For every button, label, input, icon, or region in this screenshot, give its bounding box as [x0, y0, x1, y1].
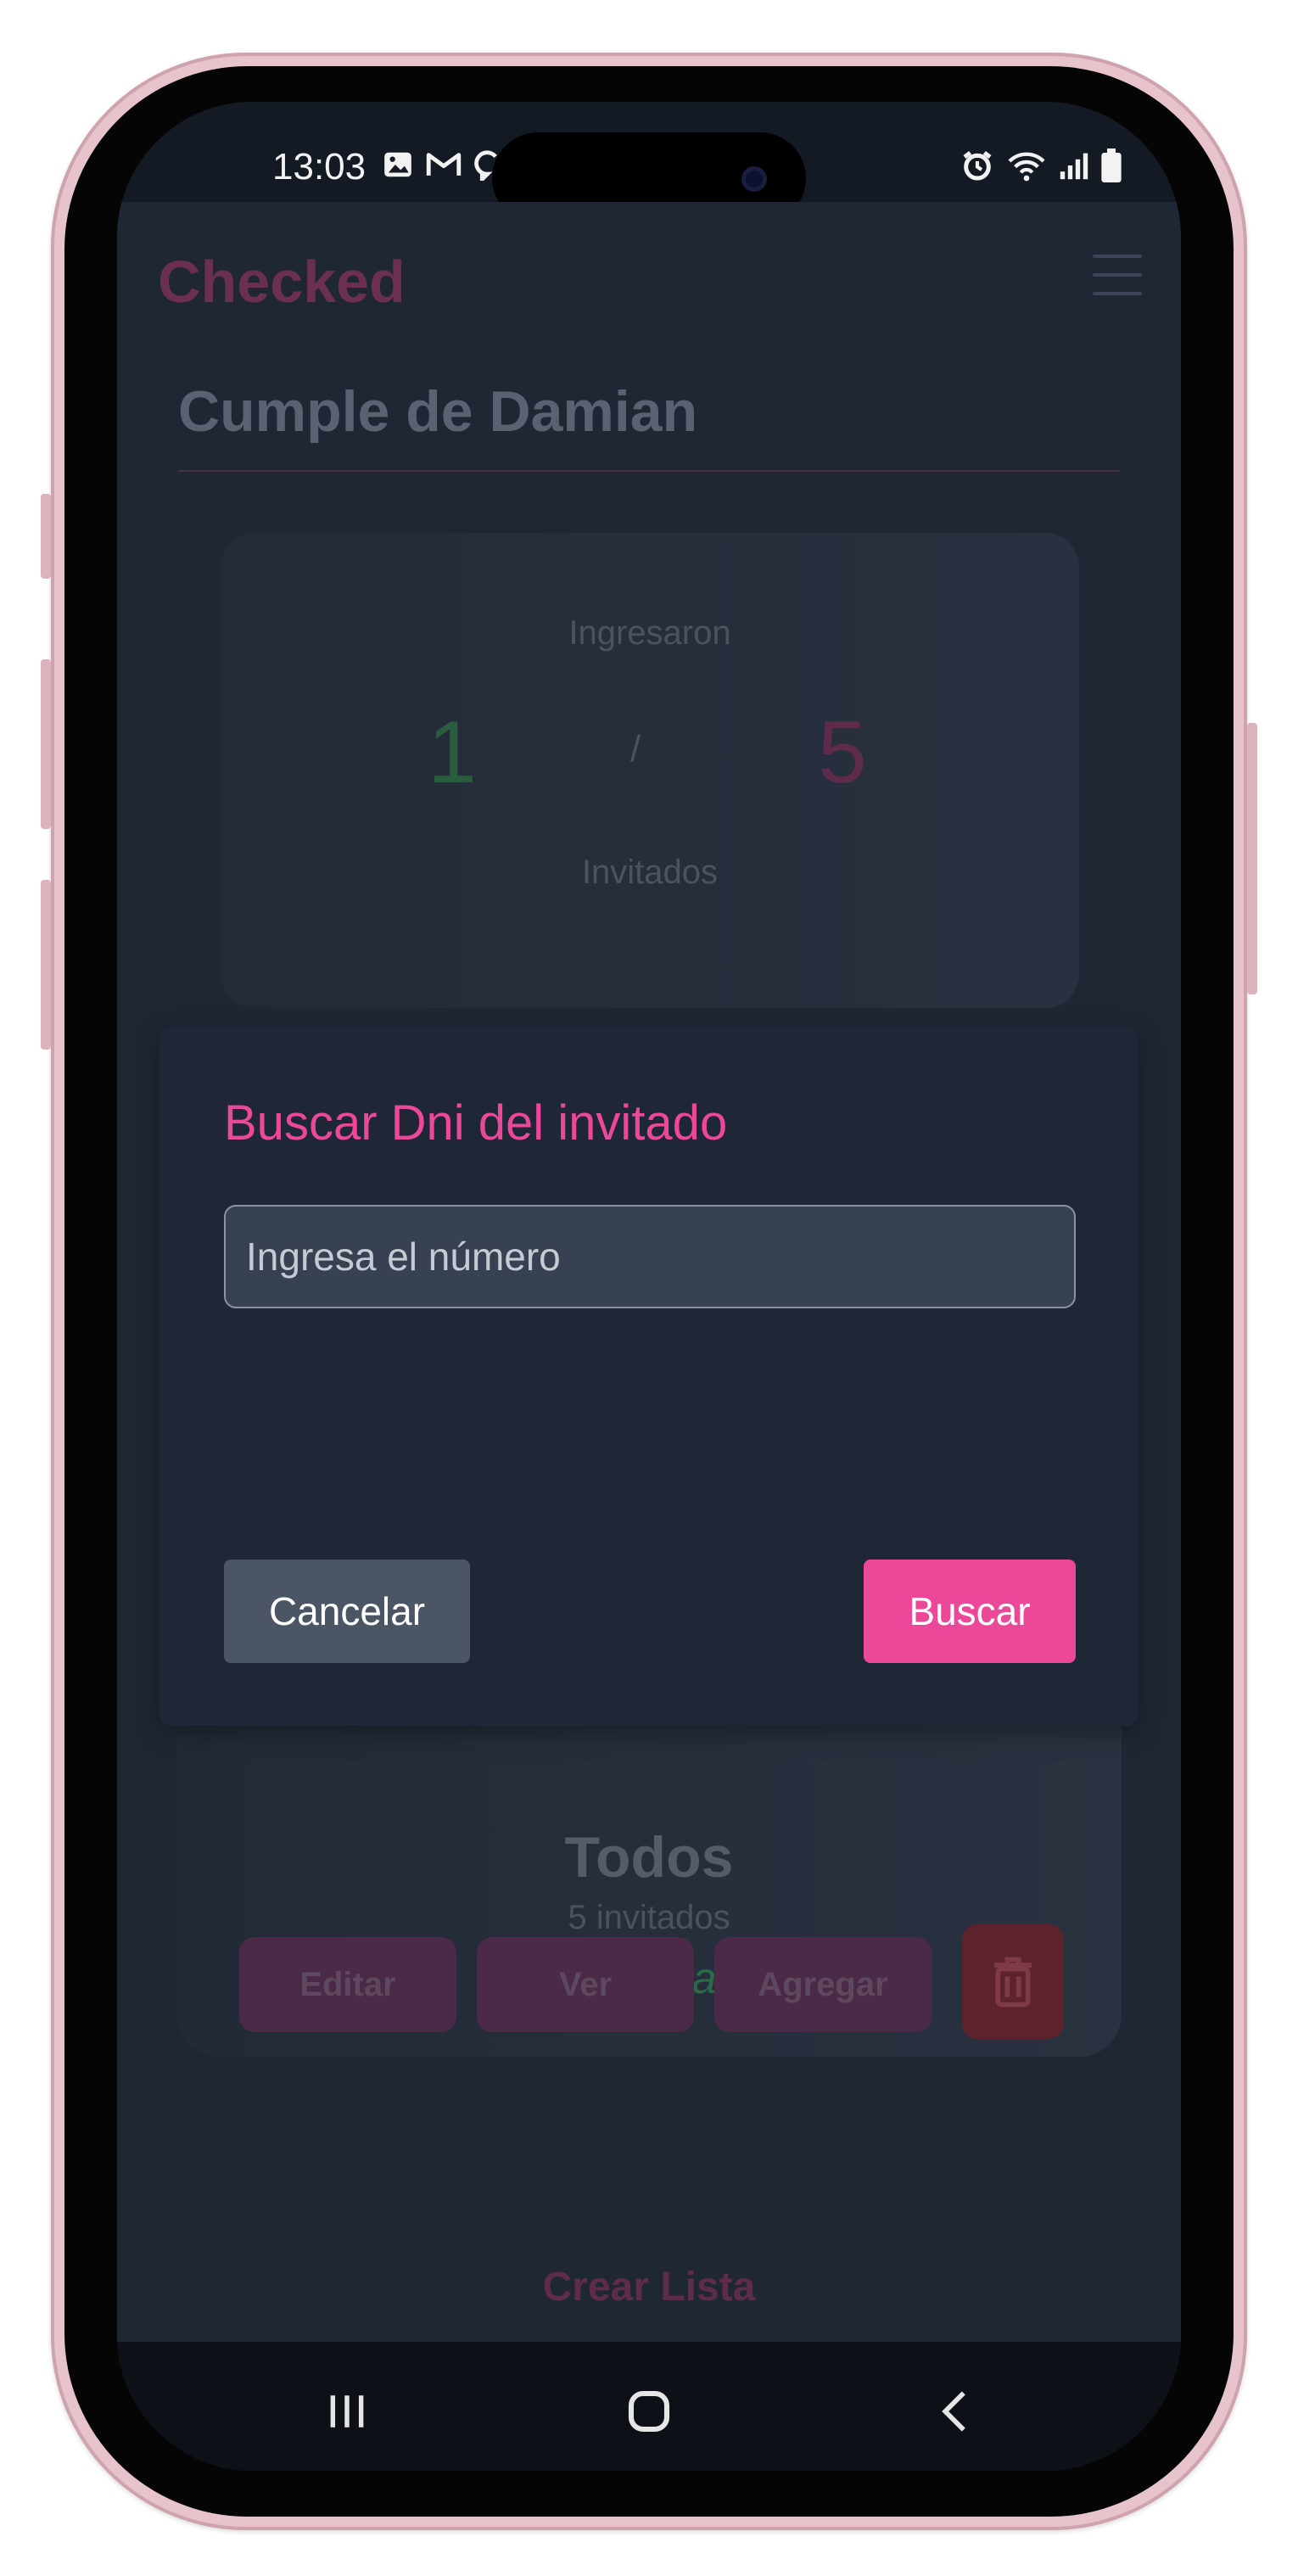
dni-search-input[interactable] — [224, 1205, 1076, 1308]
delete-button[interactable] — [962, 1924, 1064, 2039]
battery-icon — [1101, 148, 1122, 182]
image-icon — [384, 152, 411, 177]
search-dni-modal: Buscar Dni del invitado Cancelar Buscar — [159, 1027, 1139, 1726]
camera-icon — [741, 166, 767, 192]
entered-label: Ingresaron — [568, 614, 731, 652]
create-list-link[interactable]: Crear Lista — [117, 2264, 1181, 2310]
alarm-icon — [963, 151, 992, 181]
search-button[interactable]: Buscar — [864, 1560, 1076, 1663]
home-nav-icon[interactable] — [619, 2386, 679, 2437]
trash-icon — [993, 1957, 1032, 2007]
count-separator: / — [630, 728, 641, 770]
recents-nav-icon[interactable] — [317, 2386, 377, 2437]
status-time: 13:03 — [272, 146, 366, 188]
menu-icon[interactable] — [1093, 255, 1142, 295]
event-title: Cumple de Damian — [178, 379, 698, 444]
volume-down-button — [41, 880, 51, 1050]
title-divider — [178, 470, 1120, 472]
gmail-icon — [426, 153, 462, 176]
entered-count: 1 — [428, 703, 477, 802]
invited-label: Invitados — [581, 854, 719, 891]
status-bar: 13:03 — [117, 102, 1181, 224]
add-button[interactable]: Agregar — [714, 1937, 932, 2032]
app-content: Checked Cumple de Damian Ingresaron 1 / … — [117, 202, 1181, 2342]
wifi-icon — [1008, 152, 1045, 182]
status-left-icons — [382, 148, 499, 181]
stats-card: Ingresaron 1 / 5 Invitados — [221, 533, 1079, 1008]
volume-up-button — [41, 659, 51, 829]
modal-title: Buscar Dni del invitado — [224, 1095, 728, 1151]
back-nav-icon[interactable] — [925, 2386, 984, 2437]
invited-count: 5 — [818, 703, 867, 802]
status-right-icons — [960, 148, 1122, 182]
list-title: Todos — [564, 1825, 734, 1890]
android-nav-bar — [117, 2342, 1181, 2471]
view-button[interactable]: Ver — [477, 1937, 694, 2032]
brand-logo[interactable]: Checked — [158, 248, 406, 316]
action-button — [41, 494, 51, 579]
power-button — [1247, 723, 1257, 994]
cancel-button[interactable]: Cancelar — [224, 1560, 470, 1663]
phone-screen: 13:03 Checked Cumple de Damian Ingresaro… — [117, 102, 1181, 2471]
edit-button[interactable]: Editar — [239, 1937, 456, 2032]
signal-icon — [1060, 153, 1088, 180]
